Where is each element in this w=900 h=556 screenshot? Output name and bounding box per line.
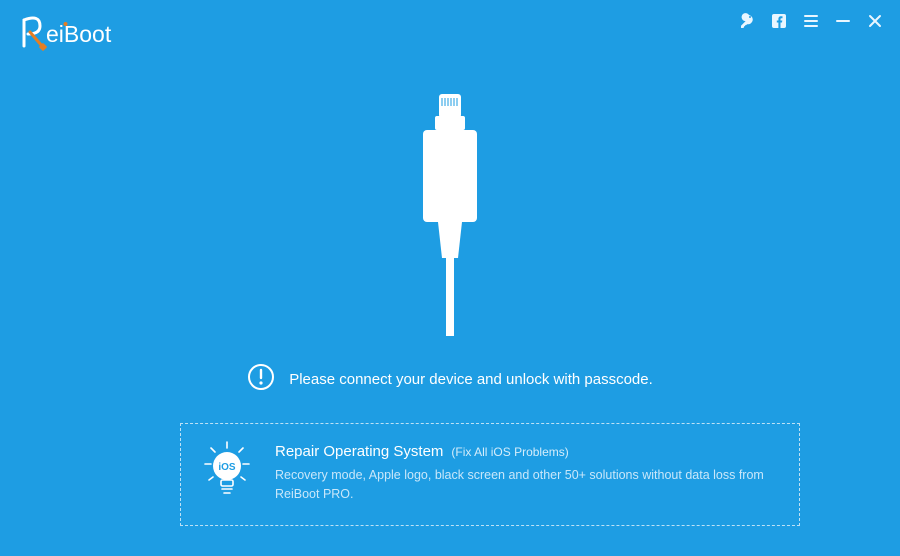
close-button[interactable] xyxy=(866,12,884,30)
titlebar: eiBoot xyxy=(0,0,900,52)
alert-icon xyxy=(247,363,275,396)
svg-text:eiBoot: eiBoot xyxy=(46,21,112,47)
app-logo: eiBoot xyxy=(20,12,140,52)
repair-description: Recovery mode, Apple logo, black screen … xyxy=(275,466,779,504)
repair-texts: Repair Operating System (Fix All iOS Pro… xyxy=(275,443,779,504)
ios-badge-text: iOS xyxy=(218,462,236,473)
status-message: Please connect your device and unlock wi… xyxy=(289,371,653,388)
repair-subtitle: (Fix All iOS Problems) xyxy=(451,445,568,459)
lightning-cable-icon xyxy=(405,90,495,345)
facebook-icon[interactable] xyxy=(770,12,788,30)
repair-title-row: Repair Operating System (Fix All iOS Pro… xyxy=(275,443,779,460)
main-content: Please connect your device and unlock wi… xyxy=(0,60,900,396)
minimize-button[interactable] xyxy=(834,12,852,30)
repair-title: Repair Operating System xyxy=(275,443,443,460)
status-row: Please connect your device and unlock wi… xyxy=(247,363,653,396)
repair-os-panel[interactable]: iOS Repair Operating System (Fix All iOS… xyxy=(180,423,800,526)
key-icon[interactable] xyxy=(738,12,756,30)
reiboot-logo: eiBoot xyxy=(20,12,140,52)
window-controls xyxy=(738,12,884,30)
lightbulb-ios-icon: iOS xyxy=(201,440,253,507)
menu-icon[interactable] xyxy=(802,12,820,30)
